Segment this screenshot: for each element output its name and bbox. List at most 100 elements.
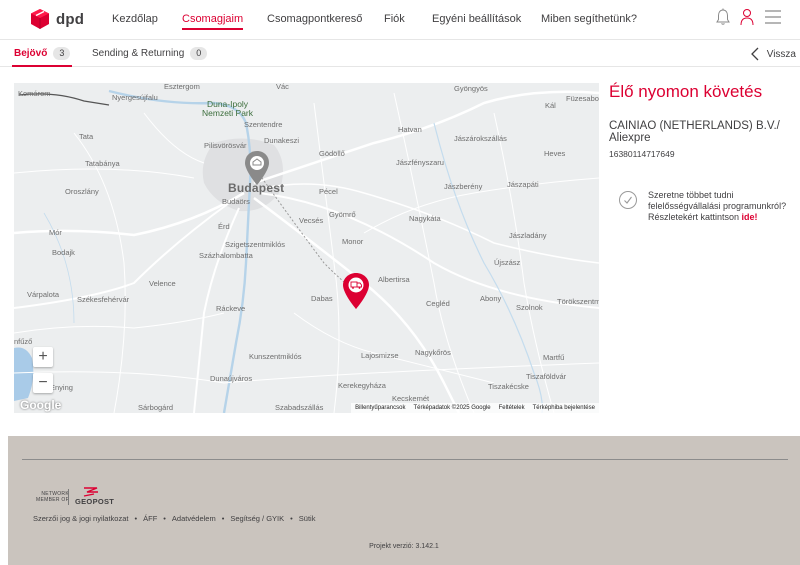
map-label: Újszász	[494, 258, 521, 267]
map-label: Duna-Ipoly Nemzeti Park	[202, 100, 253, 118]
sender-name: CAINIAO (NETHERLANDS) B.V./ Aliexpre	[609, 120, 780, 144]
map-label: Gödöllő	[319, 149, 345, 158]
map-attribution: Billentyűparancsok Térképadatok ©2025 Go…	[351, 403, 599, 413]
map-label: Pilisvörösvár	[204, 141, 247, 150]
map-label: Érd	[218, 222, 230, 231]
map-label: Pécel	[319, 187, 338, 196]
back-button[interactable]: Vissza	[750, 47, 796, 61]
tab-incoming[interactable]: Bejövő 3	[14, 47, 71, 60]
zoom-in-button[interactable]: +	[33, 347, 53, 367]
zoom-out-button[interactable]: −	[33, 373, 53, 393]
dpd-cube-icon	[31, 9, 49, 29]
map-label: Esztergom	[164, 83, 200, 91]
map-base-layer	[14, 83, 599, 413]
chevron-left-icon	[750, 47, 759, 61]
dpd-logo[interactable]: dpd	[30, 8, 84, 30]
tab-incoming-count: 3	[53, 47, 71, 60]
report-map-error-link[interactable]: Térképhiba bejelentése	[533, 405, 595, 411]
page-footer: NETWORK MEMBER OF GEOPOST Szerzői jog & …	[8, 436, 800, 565]
responsibility-text: Szeretne többet tudni felelősségvállalás…	[648, 190, 798, 223]
nav-pickup-finder[interactable]: Csomagpontkereső	[267, 13, 362, 25]
map-label: Füzesabo	[566, 94, 599, 103]
nav-home[interactable]: Kezdőlap	[112, 13, 158, 25]
parcel-tabs: Bejövő 3 Sending & Returning 0 Vissza	[0, 41, 800, 67]
map-label: Cegléd	[426, 299, 450, 308]
network-member-label: NETWORK MEMBER OF	[36, 491, 69, 503]
responsibility-link[interactable]: ide!	[742, 212, 758, 222]
map-label: nfűző	[14, 337, 33, 346]
keyboard-shortcuts-link[interactable]: Billentyűparancsok	[355, 405, 405, 411]
map-label: Sárbogárd	[138, 403, 174, 412]
footer-bullet: •	[134, 514, 138, 523]
google-logo: Google	[20, 398, 62, 412]
map-label: Vecsés	[299, 216, 324, 225]
map-label: Nagykőrös	[415, 348, 451, 357]
map-label: Kecskemét	[392, 394, 430, 403]
tab-incoming-label: Bejövő	[14, 48, 48, 59]
network-label-line2: MEMBER OF	[36, 497, 69, 503]
map-label: Szabadszállás	[275, 403, 324, 412]
map-label: Várpalota	[27, 290, 60, 299]
responsibility-text-body: Szeretne többet tudni felelősségvállalás…	[648, 190, 787, 222]
menu-icon[interactable]	[764, 9, 782, 25]
nav-my-parcels[interactable]: Csomagjaim	[182, 13, 244, 30]
footer-link-copyright[interactable]: Szerzői jog & jogi nyilatkozat	[33, 514, 128, 523]
map-label: Martfű	[543, 353, 565, 362]
map-label: Szentendre	[244, 120, 283, 129]
terms-link[interactable]: Feltételek	[499, 405, 525, 411]
geopost-mark-icon	[83, 487, 98, 497]
map-label: Abony	[480, 294, 502, 303]
map-label: Nagykáta	[409, 214, 441, 223]
tab-sending-returning[interactable]: Sending & Returning 0	[92, 47, 208, 60]
map-label: Kál	[545, 101, 556, 110]
map-label: Szigetszentmiklós	[225, 240, 286, 249]
map-label: Vác	[276, 83, 289, 91]
brand-name: dpd	[56, 10, 85, 28]
user-icon[interactable]	[740, 8, 754, 26]
active-tab-indicator	[12, 65, 72, 67]
map-label: Gyöngyös	[454, 84, 488, 93]
footer-separator	[68, 489, 69, 505]
map-label: Törökszentmiklós	[557, 297, 599, 306]
map-label: Dabas	[311, 294, 333, 303]
live-tracking-title: Élő nyomon követés	[609, 82, 763, 101]
footer-link-aff[interactable]: ÁFF	[143, 514, 157, 523]
map-label: Jászberény	[444, 182, 483, 191]
map-label: Szolnok	[516, 303, 543, 312]
footer-link-cookies[interactable]: Sütik	[299, 514, 316, 523]
map-label: Mór	[49, 228, 62, 237]
map-label: Tiszakécske	[488, 382, 529, 391]
project-version: Projekt verzió: 3.142.1	[369, 543, 439, 550]
map-label: Százhalombatta	[199, 251, 253, 260]
footer-link-help[interactable]: Segítség / GYIK	[230, 514, 284, 523]
map-label: Oroszlány	[65, 187, 99, 196]
nav-help[interactable]: Miben segíthetünk?	[541, 13, 637, 25]
map-label: Velence	[149, 279, 176, 288]
footer-divider	[22, 459, 788, 460]
map-label-capital: Budapest	[228, 181, 285, 195]
map-label: Nemzeti Park	[202, 108, 254, 118]
footer-links: Szerzői jog & jogi nyilatkozat • ÁFF • A…	[33, 514, 315, 523]
footer-bullet: •	[163, 514, 166, 523]
map-label: Budaörs	[222, 197, 250, 206]
bell-icon[interactable]	[716, 8, 730, 26]
top-header: dpd Kezdőlap Csomagjaim Csomagpontkereső…	[0, 0, 800, 40]
map-label: Kunszentmiklós	[249, 352, 302, 361]
tab-sending-label: Sending & Returning	[92, 48, 185, 59]
map-label: Tiszaföldvár	[526, 372, 567, 381]
map-label: Heves	[544, 149, 566, 158]
nav-settings[interactable]: Egyéni beállítások	[432, 13, 521, 25]
map-label: Jászfényszaru	[396, 158, 444, 167]
tracking-number: 16380114717649	[609, 149, 675, 159]
map-label: Dunakeszi	[264, 136, 300, 145]
map-label: Monor	[342, 237, 364, 246]
leaf-check-icon	[619, 191, 637, 209]
footer-link-privacy[interactable]: Adatvédelem	[172, 514, 216, 523]
map-label: Jászárokszállás	[454, 134, 507, 143]
map-label: Ráckeve	[216, 304, 246, 313]
header-actions	[716, 8, 782, 26]
nav-account[interactable]: Fiók	[384, 13, 405, 25]
tracking-map[interactable]: Komárom Esztergom Nyergesújfalu Vác Gyön…	[14, 83, 599, 413]
map-label: Bodajk	[52, 248, 75, 257]
footer-bullet: •	[221, 514, 225, 523]
